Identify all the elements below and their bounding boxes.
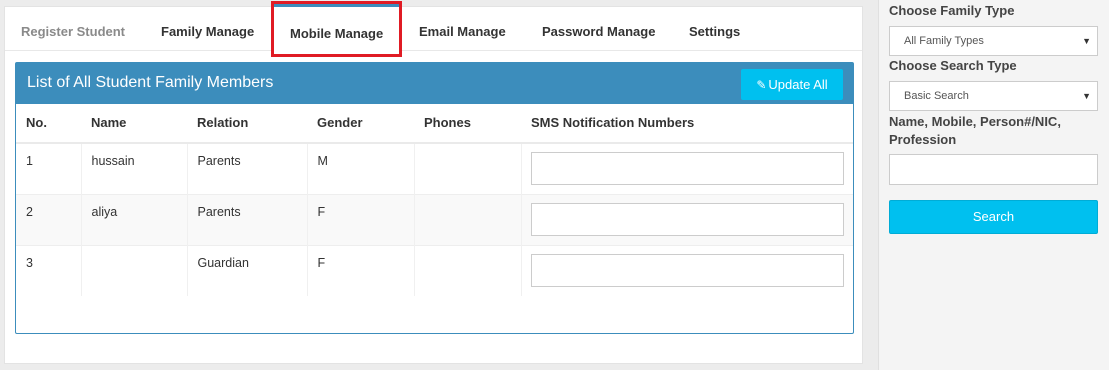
cell-phones [414, 142, 522, 194]
column-header-sms: SMS Notification Numbers [521, 104, 853, 144]
panel-header: List of All Student Family Members ✎ Upda… [16, 63, 853, 104]
cell-no: 1 [16, 142, 82, 194]
family-members-panel: List of All Student Family Members ✎ Upda… [15, 62, 854, 334]
sms-number-input[interactable] [530, 253, 844, 287]
column-header-name: Name [81, 104, 187, 144]
update-all-button[interactable]: ✎ Update All [741, 69, 843, 100]
search-button[interactable]: Search [889, 200, 1098, 234]
main-card: Register Student Family Manage Mobile Ma… [4, 1, 863, 364]
column-header-gender: Gender [307, 104, 414, 144]
cell-name [81, 244, 188, 296]
cell-relation: Parents [187, 193, 308, 245]
family-type-value: All Family Types [904, 35, 984, 47]
search-sidebar: Choose Family Type All Family Types ▼ Ch… [878, 0, 1109, 370]
search-type-select[interactable]: Basic Search ▼ [889, 81, 1098, 111]
cell-gender: F [307, 244, 415, 296]
tab-family-manage[interactable]: Family Manage [161, 7, 254, 51]
query-input[interactable] [889, 154, 1098, 185]
update-all-label: Update All [768, 77, 828, 92]
tab-settings[interactable]: Settings [689, 7, 740, 51]
cell-no: 3 [16, 244, 82, 296]
table-row: 2 aliya Parents F [16, 193, 853, 245]
cell-sms [521, 142, 853, 194]
sms-number-input[interactable] [530, 202, 844, 236]
family-type-select[interactable]: All Family Types ▼ [889, 26, 1098, 56]
search-type-value: Basic Search [904, 90, 969, 102]
cell-phones [414, 244, 522, 296]
cell-name: aliya [81, 193, 188, 245]
family-type-label: Choose Family Type [889, 3, 1015, 18]
table-row: 3 Guardian F [16, 244, 853, 296]
cell-no: 2 [16, 193, 82, 245]
search-type-label: Choose Search Type [889, 58, 1017, 73]
tab-email-manage[interactable]: Email Manage [419, 7, 506, 51]
cell-gender: F [307, 193, 415, 245]
cell-relation: Parents [187, 142, 308, 194]
edit-icon: ✎ [756, 78, 767, 92]
cell-gender: M [307, 142, 415, 194]
cell-name: hussain [81, 142, 188, 194]
column-header-no: No. [16, 104, 81, 144]
tab-mobile-manage[interactable]: Mobile Manage [271, 1, 403, 57]
cell-relation: Guardian [187, 244, 308, 296]
cell-phones [414, 193, 522, 245]
column-header-relation: Relation [187, 104, 307, 144]
panel-title: List of All Student Family Members [27, 74, 274, 91]
cell-sms [521, 193, 853, 245]
query-label: Name, Mobile, Person#/NIC, Profession [889, 114, 1061, 147]
family-members-table: No. Name Relation Gender Phones SMS Noti… [16, 104, 853, 296]
tab-password-manage[interactable]: Password Manage [542, 7, 655, 51]
cell-sms [521, 244, 853, 296]
caret-down-icon: ▼ [1082, 91, 1091, 101]
column-header-phones: Phones [414, 104, 521, 144]
tab-register-student[interactable]: Register Student [21, 7, 125, 51]
tab-bar: Register Student Family Manage Mobile Ma… [5, 1, 862, 57]
table-header-row: No. Name Relation Gender Phones SMS Noti… [16, 104, 853, 144]
table-row: 1 hussain Parents M [16, 142, 853, 194]
sms-number-input[interactable] [530, 152, 844, 185]
caret-down-icon: ▼ [1082, 36, 1091, 46]
